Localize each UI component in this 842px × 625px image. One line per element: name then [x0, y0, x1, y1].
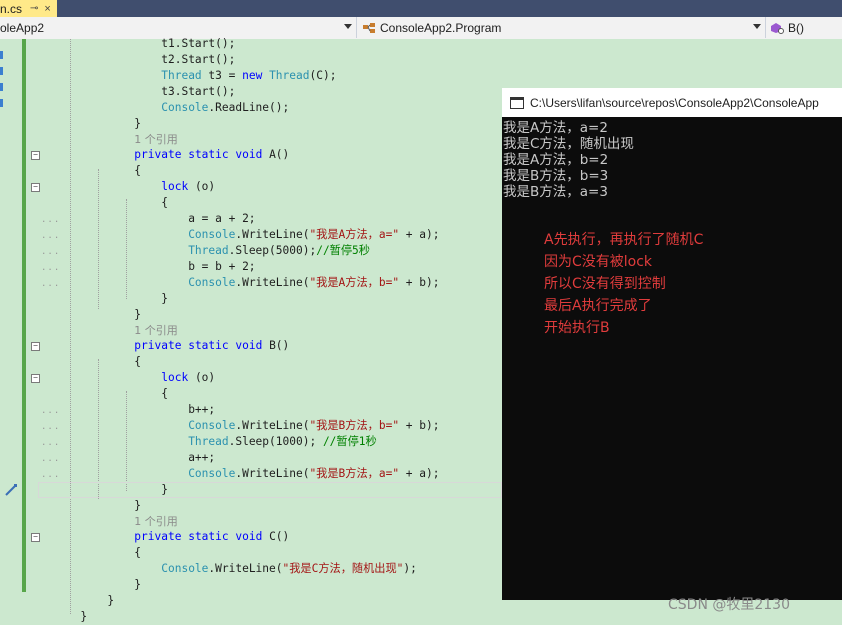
watermark: CSDN @牧里2130 — [668, 597, 790, 613]
code-line: private static void A() — [134, 148, 290, 161]
class-icon — [363, 22, 375, 33]
console-window[interactable]: C:\Users\lifan\source\repos\ConsoleApp2\… — [502, 88, 842, 600]
code-line: a = a + 2; — [188, 212, 256, 225]
console-app-icon — [510, 96, 524, 109]
breakpoint-margin-mark — [0, 99, 3, 107]
console-output-line: 我是A方法，b=2 — [503, 152, 609, 168]
breakpoint-margin-mark — [0, 51, 3, 59]
code-line: lock (o) — [161, 180, 216, 193]
code-line: } — [40, 499, 142, 512]
project-label: oleApp2 — [0, 20, 45, 35]
code-line: t2.Start(); — [161, 53, 236, 66]
chevron-down-icon — [753, 24, 761, 29]
console-output-line: 我是B方法，b=3 — [503, 168, 609, 184]
code-line: a++; — [188, 451, 216, 464]
code-line: Console.WriteLine("我是A方法，a=" + a); — [188, 228, 440, 241]
collapse-toggle[interactable]: − — [31, 183, 40, 192]
code-line: Console.WriteLine("我是C方法，随机出现"); — [161, 562, 417, 575]
code-line: } — [40, 308, 142, 321]
code-line: { — [40, 355, 142, 368]
code-line: b++; — [188, 403, 216, 416]
reference-count[interactable]: 1 个引用 — [40, 514, 178, 530]
collapse-toggle[interactable]: − — [31, 374, 40, 383]
console-title: C:\Users\lifan\source\repos\ConsoleApp2\… — [530, 95, 819, 110]
code-line: { — [40, 164, 142, 177]
console-output-line: 我是C方法，随机出现 — [503, 136, 634, 152]
code-line: { — [40, 387, 168, 400]
tab-label: n.cs — [0, 1, 23, 16]
breakpoint-margin-mark — [0, 67, 3, 75]
code-line: t3.Start(); — [161, 85, 236, 98]
collapse-toggle[interactable]: − — [31, 151, 40, 160]
annotation-line: 最后A执行完成了 — [544, 298, 652, 314]
class-dropdown[interactable]: ConsoleApp2.Program — [358, 17, 766, 38]
code-line: lock (o) — [161, 371, 216, 384]
code-line: } — [40, 594, 115, 607]
code-line: Thread.Sleep(5000);//暂停5秒 — [188, 244, 370, 257]
code-line: { — [40, 546, 142, 559]
reference-count[interactable]: 1 个引用 — [40, 323, 178, 339]
code-line: b = b + 2; — [188, 260, 256, 273]
collapse-toggle[interactable]: − — [31, 342, 40, 351]
member-label: B() — [788, 20, 804, 35]
reference-count[interactable]: 1 个引用 — [40, 132, 178, 148]
annotation-line: A先执行，再执行了随机C — [544, 232, 704, 248]
code-line: Console.WriteLine("我是B方法，b=" + b); — [188, 419, 440, 432]
code-line: } — [40, 292, 168, 305]
code-line: { — [40, 196, 168, 209]
pin-icon[interactable]: ⊸ — [30, 3, 38, 14]
code-line: } — [40, 578, 142, 591]
code-line: Console.ReadLine(); — [161, 101, 290, 114]
code-line: } — [40, 610, 88, 623]
member-dropdown[interactable]: B() — [766, 17, 842, 38]
code-line: private static void B() — [134, 339, 290, 352]
project-dropdown[interactable]: oleApp2 — [0, 17, 357, 38]
breakpoint-margin-mark — [0, 83, 3, 91]
document-tab[interactable]: n.cs ⊸ × — [0, 0, 57, 17]
quick-action-brush-icon[interactable] — [4, 483, 18, 497]
code-line: t1.Start(); — [161, 37, 236, 50]
chevron-down-icon — [344, 24, 352, 29]
annotation-line: 开始执行B — [544, 320, 610, 336]
console-title-bar[interactable]: C:\Users\lifan\source\repos\ConsoleApp2\… — [502, 88, 842, 117]
change-tracking-bar — [22, 39, 26, 592]
annotation-line: 因为C没有被lock — [544, 254, 653, 270]
method-icon — [771, 22, 784, 34]
code-line: Thread.Sleep(1000); //暂停1秒 — [188, 435, 377, 448]
class-label: ConsoleApp2.Program — [380, 20, 502, 35]
document-tab-bar: n.cs ⊸ × — [0, 0, 842, 17]
code-line: Console.WriteLine("我是B方法，a=" + a); — [188, 467, 440, 480]
code-line: } — [40, 117, 142, 130]
console-output-line: 我是B方法，a=3 — [503, 184, 608, 200]
code-line: Console.WriteLine("我是A方法，b=" + b); — [188, 276, 440, 289]
close-icon[interactable]: × — [44, 3, 50, 15]
annotation-line: 所以C没有得到控制 — [544, 276, 666, 292]
code-line: private static void C() — [134, 530, 290, 543]
collapse-toggle[interactable]: − — [31, 533, 40, 542]
console-output-line: 我是A方法，a=2 — [503, 120, 608, 136]
code-line: } — [40, 483, 168, 496]
code-line: Thread t3 = new Thread(C); — [161, 69, 337, 82]
